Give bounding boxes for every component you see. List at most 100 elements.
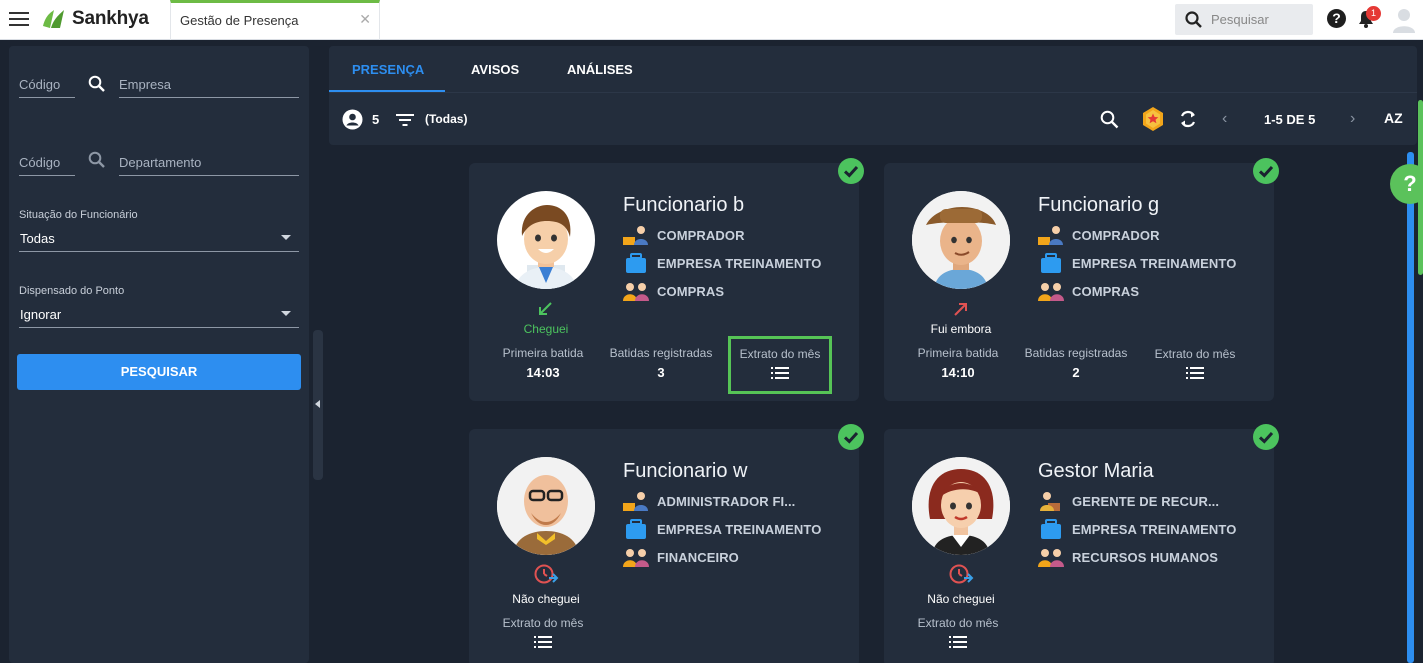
user-avatar-icon[interactable]	[1392, 7, 1416, 33]
first-punch: Primeira batida 14:03	[493, 346, 593, 380]
statement-label: Extrato do mês	[1154, 347, 1236, 361]
employee-department: COMPRAS	[657, 283, 725, 299]
brand-name: Sankhya	[72, 8, 149, 29]
list-icon	[949, 636, 967, 648]
employee-card[interactable]: Funcionario g COMPRADOR EMPRESA TREINAME…	[884, 158, 1279, 401]
close-icon[interactable]: ✕	[359, 11, 371, 28]
team-icon	[623, 549, 649, 567]
help-icon[interactable]: ?	[1327, 9, 1346, 28]
team-icon	[623, 283, 649, 301]
departure-arrow-icon	[954, 303, 967, 316]
statement-highlight	[728, 336, 832, 394]
registered-punches: Batidas registradas 3	[600, 346, 722, 380]
punches-label: Batidas registradas	[1024, 346, 1128, 360]
main-header: PRESENÇA AVISOS ANÁLISES 5 (Todas) ‹ 1-5…	[329, 46, 1417, 145]
first-punch-label: Primeira batida	[917, 346, 999, 360]
punches-label: Batidas registradas	[609, 346, 713, 360]
app-tab-gestao[interactable]: Gestão de Presença ✕	[170, 0, 380, 40]
presence-status: Fui embora	[930, 322, 992, 336]
absence-clock-icon	[949, 564, 974, 584]
medal-icon[interactable]	[1141, 106, 1165, 132]
employee-role: GERENTE DE RECUR...	[1072, 493, 1220, 509]
chevron-right-icon[interactable]: ›	[1350, 110, 1355, 128]
search-icon[interactable]	[88, 151, 106, 169]
first-punch-label: Primeira batida	[502, 346, 584, 360]
tab-analises[interactable]: ANÁLISES	[567, 62, 633, 77]
filter-icon[interactable]	[396, 113, 414, 127]
filter-value[interactable]: (Todas)	[425, 112, 467, 126]
role-row: COMPRADOR	[623, 225, 745, 245]
employee-card[interactable]: Funcionario b COMPRADOR EMPRESA TREINAME…	[469, 158, 864, 401]
tab-presenca[interactable]: PRESENÇA	[352, 62, 424, 77]
briefcase-icon	[626, 519, 646, 539]
situacao-select[interactable]: Todas	[19, 226, 299, 252]
department-row: RECURSOS HUMANOS	[1038, 547, 1218, 567]
avatar	[497, 191, 595, 289]
department-row: FINANCEIRO	[623, 547, 739, 567]
top-bar: Sankhya Gestão de Presença ✕ Pesquisar ?…	[0, 0, 1423, 40]
briefcase-icon	[1041, 253, 1061, 273]
monthly-statement-button[interactable]: Extrato do mês	[493, 616, 593, 653]
monthly-statement-button[interactable]: Extrato do mês	[1144, 347, 1246, 384]
role-row: COMPRADOR	[1038, 225, 1160, 245]
dispensado-value: Ignorar	[20, 307, 62, 322]
menu-icon[interactable]	[9, 12, 29, 27]
avatar	[497, 457, 595, 555]
check-icon	[838, 158, 864, 184]
empresa-field[interactable]: Empresa	[119, 70, 299, 98]
employee-department: FINANCEIRO	[657, 549, 739, 565]
monthly-statement-button[interactable]: Extrato do mês	[908, 616, 1008, 653]
punches-value: 2	[1072, 365, 1080, 380]
employee-card[interactable]: Funcionario w ADMINISTRADOR FI... EMPRES…	[469, 424, 864, 663]
global-search-input[interactable]: Pesquisar	[1175, 4, 1313, 35]
empresa-code-label: Código	[19, 77, 61, 92]
empresa-code-field[interactable]: Código	[19, 70, 75, 98]
presence-status: Não cheguei	[512, 592, 580, 606]
team-icon	[1038, 549, 1064, 567]
help-float-button[interactable]: ?	[1390, 164, 1423, 204]
presence-status: Cheguei	[523, 322, 569, 336]
employee-department: RECURSOS HUMANOS	[1072, 549, 1219, 565]
employee-company: EMPRESA TREINAMENTO	[657, 255, 822, 271]
employee-company: EMPRESA TREINAMENTO	[1072, 521, 1237, 537]
employee-card[interactable]: Gestor Maria GERENTE DE RECUR... EMPRESA…	[884, 424, 1279, 663]
search-placeholder: Pesquisar	[1211, 12, 1269, 27]
chevron-left-icon[interactable]	[315, 400, 320, 408]
employee-company: EMPRESA TREINAMENTO	[657, 521, 822, 537]
search-button[interactable]: PESQUISAR	[17, 354, 301, 390]
notification-badge: 1	[1366, 6, 1381, 21]
departamento-code-field[interactable]: Código	[19, 148, 75, 176]
briefcase-icon	[1041, 519, 1061, 539]
brand-logo[interactable]: Sankhya	[40, 8, 149, 30]
first-punch-value: 14:10	[941, 365, 975, 380]
tab-avisos[interactable]: AVISOS	[471, 62, 519, 77]
employee-role: ADMINISTRADOR FI...	[657, 493, 796, 509]
company-row: EMPRESA TREINAMENTO	[623, 253, 821, 273]
sort-az-button[interactable]: AZ	[1384, 110, 1403, 126]
scrollbar-thumb[interactable]	[1407, 152, 1414, 663]
dispensado-select[interactable]: Ignorar	[19, 302, 299, 328]
departamento-label: Departamento	[119, 155, 202, 170]
company-row: EMPRESA TREINAMENTO	[1038, 519, 1236, 539]
employee-name: Funcionario b	[623, 194, 745, 216]
first-punch-value: 14:03	[526, 365, 560, 380]
role-row: ADMINISTRADOR FI...	[623, 491, 795, 511]
role-row: GERENTE DE RECUR...	[1038, 491, 1219, 511]
search-icon[interactable]	[1100, 110, 1119, 129]
admin-role-icon	[623, 492, 648, 511]
employee-role: COMPRADOR	[1072, 227, 1160, 243]
pagination-label: 1-5 DE 5	[1264, 112, 1316, 127]
employee-role: COMPRADOR	[657, 227, 745, 243]
chevron-left-icon[interactable]: ‹	[1222, 110, 1227, 128]
presence-status: Não cheguei	[927, 592, 995, 606]
situacao-label: Situação do Funcionário	[19, 209, 138, 221]
check-icon	[838, 424, 864, 450]
filter-panel: Código Empresa Código Departamento Situa…	[9, 46, 309, 663]
dispensado-label: Dispensado do Ponto	[19, 285, 125, 297]
search-icon[interactable]	[88, 75, 106, 93]
employee-company: EMPRESA TREINAMENTO	[1072, 255, 1237, 271]
departamento-field[interactable]: Departamento	[119, 148, 299, 176]
situacao-value: Todas	[20, 231, 55, 246]
buyer-role-icon	[623, 226, 648, 245]
refresh-icon[interactable]	[1178, 109, 1198, 129]
